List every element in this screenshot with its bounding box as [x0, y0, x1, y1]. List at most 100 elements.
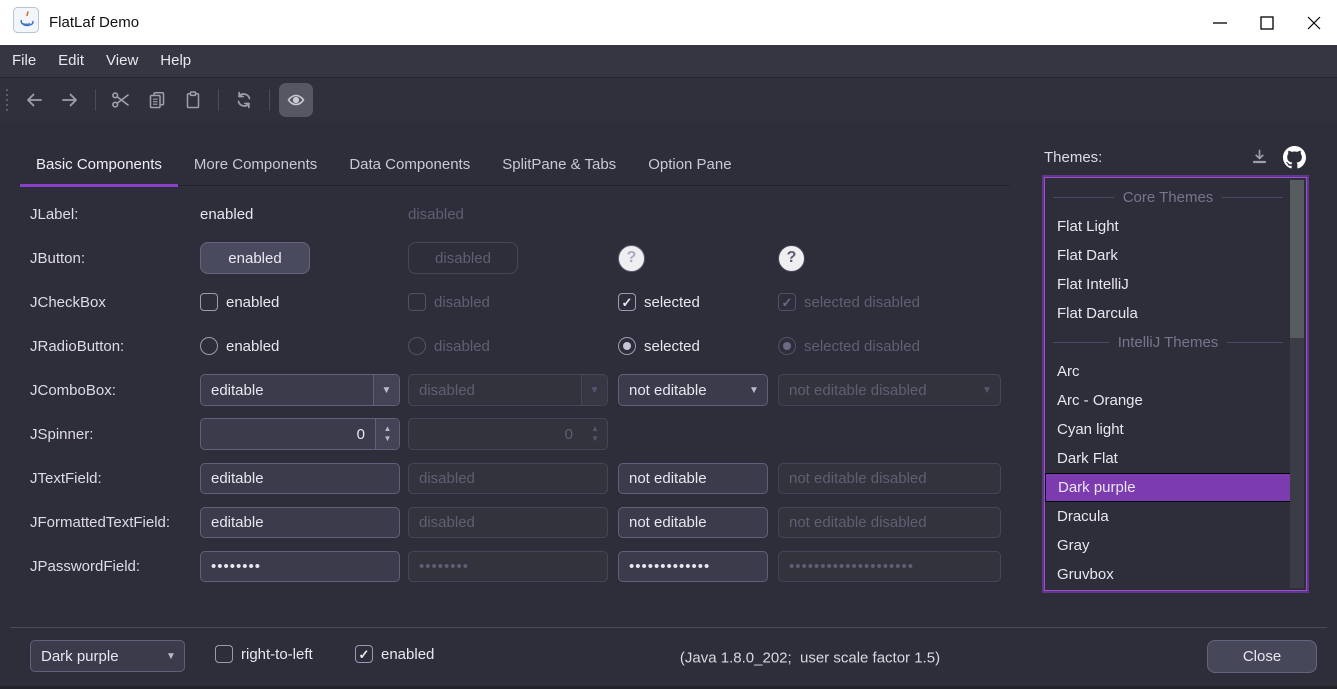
scissors-icon: [111, 90, 131, 110]
enabled-button[interactable]: enabled: [200, 242, 310, 274]
combobox-editable[interactable]: editable▼: [200, 374, 400, 406]
checkbox-disabled: disabled: [408, 293, 608, 311]
theme-item-arc-orange[interactable]: Arc - Orange: [1045, 386, 1291, 415]
combobox-not-editable-disabled: not editable disabled▼: [778, 374, 1001, 406]
theme-group-header: IntelliJ Themes: [1045, 328, 1291, 357]
clipboard-icon: [183, 90, 203, 110]
refresh-icon: [234, 90, 254, 110]
themes-header: Themes:: [1044, 142, 1307, 172]
passwordfield-editable[interactable]: ••••••••: [200, 551, 400, 582]
formatted-textfield-not-editable[interactable]: not editable: [618, 507, 768, 538]
themes-label: Themes:: [1044, 149, 1237, 166]
radio-selected[interactable]: selected: [618, 337, 768, 355]
status-text: (Java 1.8.0_202; user scale factor 1.5): [680, 650, 940, 667]
formatted-textfield-disabled: disabled: [408, 507, 608, 538]
theme-item-flat-intellij[interactable]: Flat IntelliJ: [1045, 270, 1291, 299]
jcheckbox-row: JCheckBox enabled disabled selected sele…: [30, 280, 1001, 324]
component-rows: JLabel: enabled disabled JButton: enable…: [30, 192, 1001, 588]
theme-item-dark-flat[interactable]: Dark Flat: [1045, 444, 1291, 473]
download-button[interactable]: [1246, 144, 1272, 170]
theme-item-gruvbox[interactable]: Gruvbox: [1045, 560, 1291, 589]
github-button[interactable]: [1281, 144, 1307, 170]
jspinner-row: JSpinner: 0▲▼ 0▲▼: [30, 412, 1001, 456]
theme-item-gray[interactable]: Gray: [1045, 531, 1291, 560]
passwordfield-not-editable[interactable]: •••••••••••••: [618, 551, 768, 582]
titlebar: FlatLaf Demo: [0, 0, 1337, 45]
checkbox-checked-icon: [618, 293, 636, 311]
maximize-button[interactable]: [1243, 0, 1290, 45]
formatted-textfield-not-editable-disabled: not editable disabled: [778, 507, 1001, 538]
tab-data-components[interactable]: Data Components: [333, 143, 486, 185]
close-dialog-button[interactable]: Close: [1207, 640, 1317, 673]
enabled-checkbox[interactable]: enabled: [355, 645, 434, 663]
menu-view[interactable]: View: [95, 45, 149, 77]
menu-help[interactable]: Help: [149, 45, 202, 77]
tab-more-components[interactable]: More Components: [178, 143, 333, 185]
theme-combobox[interactable]: Dark purple▼: [30, 640, 185, 672]
chevron-down-icon: ▼: [974, 375, 1000, 405]
chevron-down-icon[interactable]: ▼: [741, 375, 767, 405]
label-disabled: disabled: [408, 206, 464, 223]
combobox-not-editable[interactable]: not editable▼: [618, 374, 768, 406]
spinner-up-down-icons[interactable]: ▲▼: [375, 419, 399, 449]
refresh-button[interactable]: [229, 85, 259, 115]
menu-edit[interactable]: Edit: [47, 45, 95, 77]
chevron-down-icon[interactable]: ▼: [373, 375, 399, 405]
checkbox-enabled[interactable]: enabled: [200, 293, 400, 311]
passwordfield-disabled: ••••••••: [408, 551, 608, 582]
textfield-disabled: disabled: [408, 463, 608, 494]
theme-item-dark-purple[interactable]: Dark purple: [1045, 473, 1291, 502]
cut-button[interactable]: [106, 85, 136, 115]
theme-item-flat-darcula[interactable]: Flat Darcula: [1045, 299, 1291, 328]
copy-button[interactable]: [142, 85, 172, 115]
chevron-down-icon[interactable]: ▼: [158, 641, 184, 671]
paste-button[interactable]: [178, 85, 208, 115]
spinner-disabled: 0▲▼: [408, 418, 608, 450]
checkbox-selected[interactable]: selected: [618, 293, 768, 311]
row-label: JRadioButton:: [30, 338, 200, 355]
radio-selected-icon: [618, 337, 636, 355]
window-title: FlatLaf Demo: [49, 14, 139, 31]
textfield-not-editable[interactable]: not editable: [618, 463, 768, 494]
theme-item-flat-dark[interactable]: Flat Dark: [1045, 241, 1291, 270]
toolbar-separator: [95, 89, 96, 111]
textfield-editable[interactable]: editable: [200, 463, 400, 494]
theme-item-cyan-light[interactable]: Cyan light: [1045, 415, 1291, 444]
jtextfield-row: JTextField: editable disabled not editab…: [30, 456, 1001, 500]
combobox-disabled: disabled▼: [408, 374, 608, 406]
help-button[interactable]: ?: [618, 245, 645, 272]
row-label: JButton:: [30, 250, 200, 267]
menu-file[interactable]: File: [1, 45, 47, 77]
theme-item-arc[interactable]: Arc: [1045, 357, 1291, 386]
themes-list: Core Themes Flat Light Flat Dark Flat In…: [1044, 177, 1307, 591]
toolbar-grip-handle[interactable]: [6, 89, 8, 111]
spinner-up-down-icons: ▲▼: [583, 419, 607, 449]
eye-icon: [286, 90, 306, 110]
copy-icon: [147, 90, 167, 110]
close-button[interactable]: [1290, 0, 1337, 45]
checkbox-selected-disabled: selected disabled: [778, 293, 1001, 311]
app-window: FlatLaf Demo File Edit View Help: [0, 0, 1337, 689]
formatted-textfield-editable[interactable]: editable: [200, 507, 400, 538]
theme-item-flat-light[interactable]: Flat Light: [1045, 212, 1291, 241]
theme-item-dracula[interactable]: Dracula: [1045, 502, 1291, 531]
row-label: JSpinner:: [30, 426, 200, 443]
scrollbar-thumb[interactable]: [1290, 180, 1304, 338]
forward-arrow-icon: [60, 90, 80, 110]
show-toggle-button[interactable]: [279, 83, 313, 117]
row-label: JComboBox:: [30, 382, 200, 399]
spinner-enabled[interactable]: 0▲▼: [200, 418, 400, 450]
right-to-left-checkbox[interactable]: right-to-left: [215, 645, 313, 663]
tab-basic-components[interactable]: Basic Components: [20, 143, 178, 185]
menubar: File Edit View Help: [0, 45, 1337, 78]
forward-button[interactable]: [55, 85, 85, 115]
themes-scrollbar[interactable]: [1290, 180, 1304, 588]
tab-splitpane-tabs[interactable]: SplitPane & Tabs: [486, 143, 632, 185]
minimize-button[interactable]: [1196, 0, 1243, 45]
back-button[interactable]: [19, 85, 49, 115]
tab-option-pane[interactable]: Option Pane: [632, 143, 747, 185]
checkbox-checked-icon: [355, 645, 373, 663]
passwordfield-not-editable-disabled: ••••••••••••••••••••: [778, 551, 1001, 582]
help-button-disabled: ?: [778, 245, 805, 272]
radio-enabled[interactable]: enabled: [200, 337, 400, 355]
